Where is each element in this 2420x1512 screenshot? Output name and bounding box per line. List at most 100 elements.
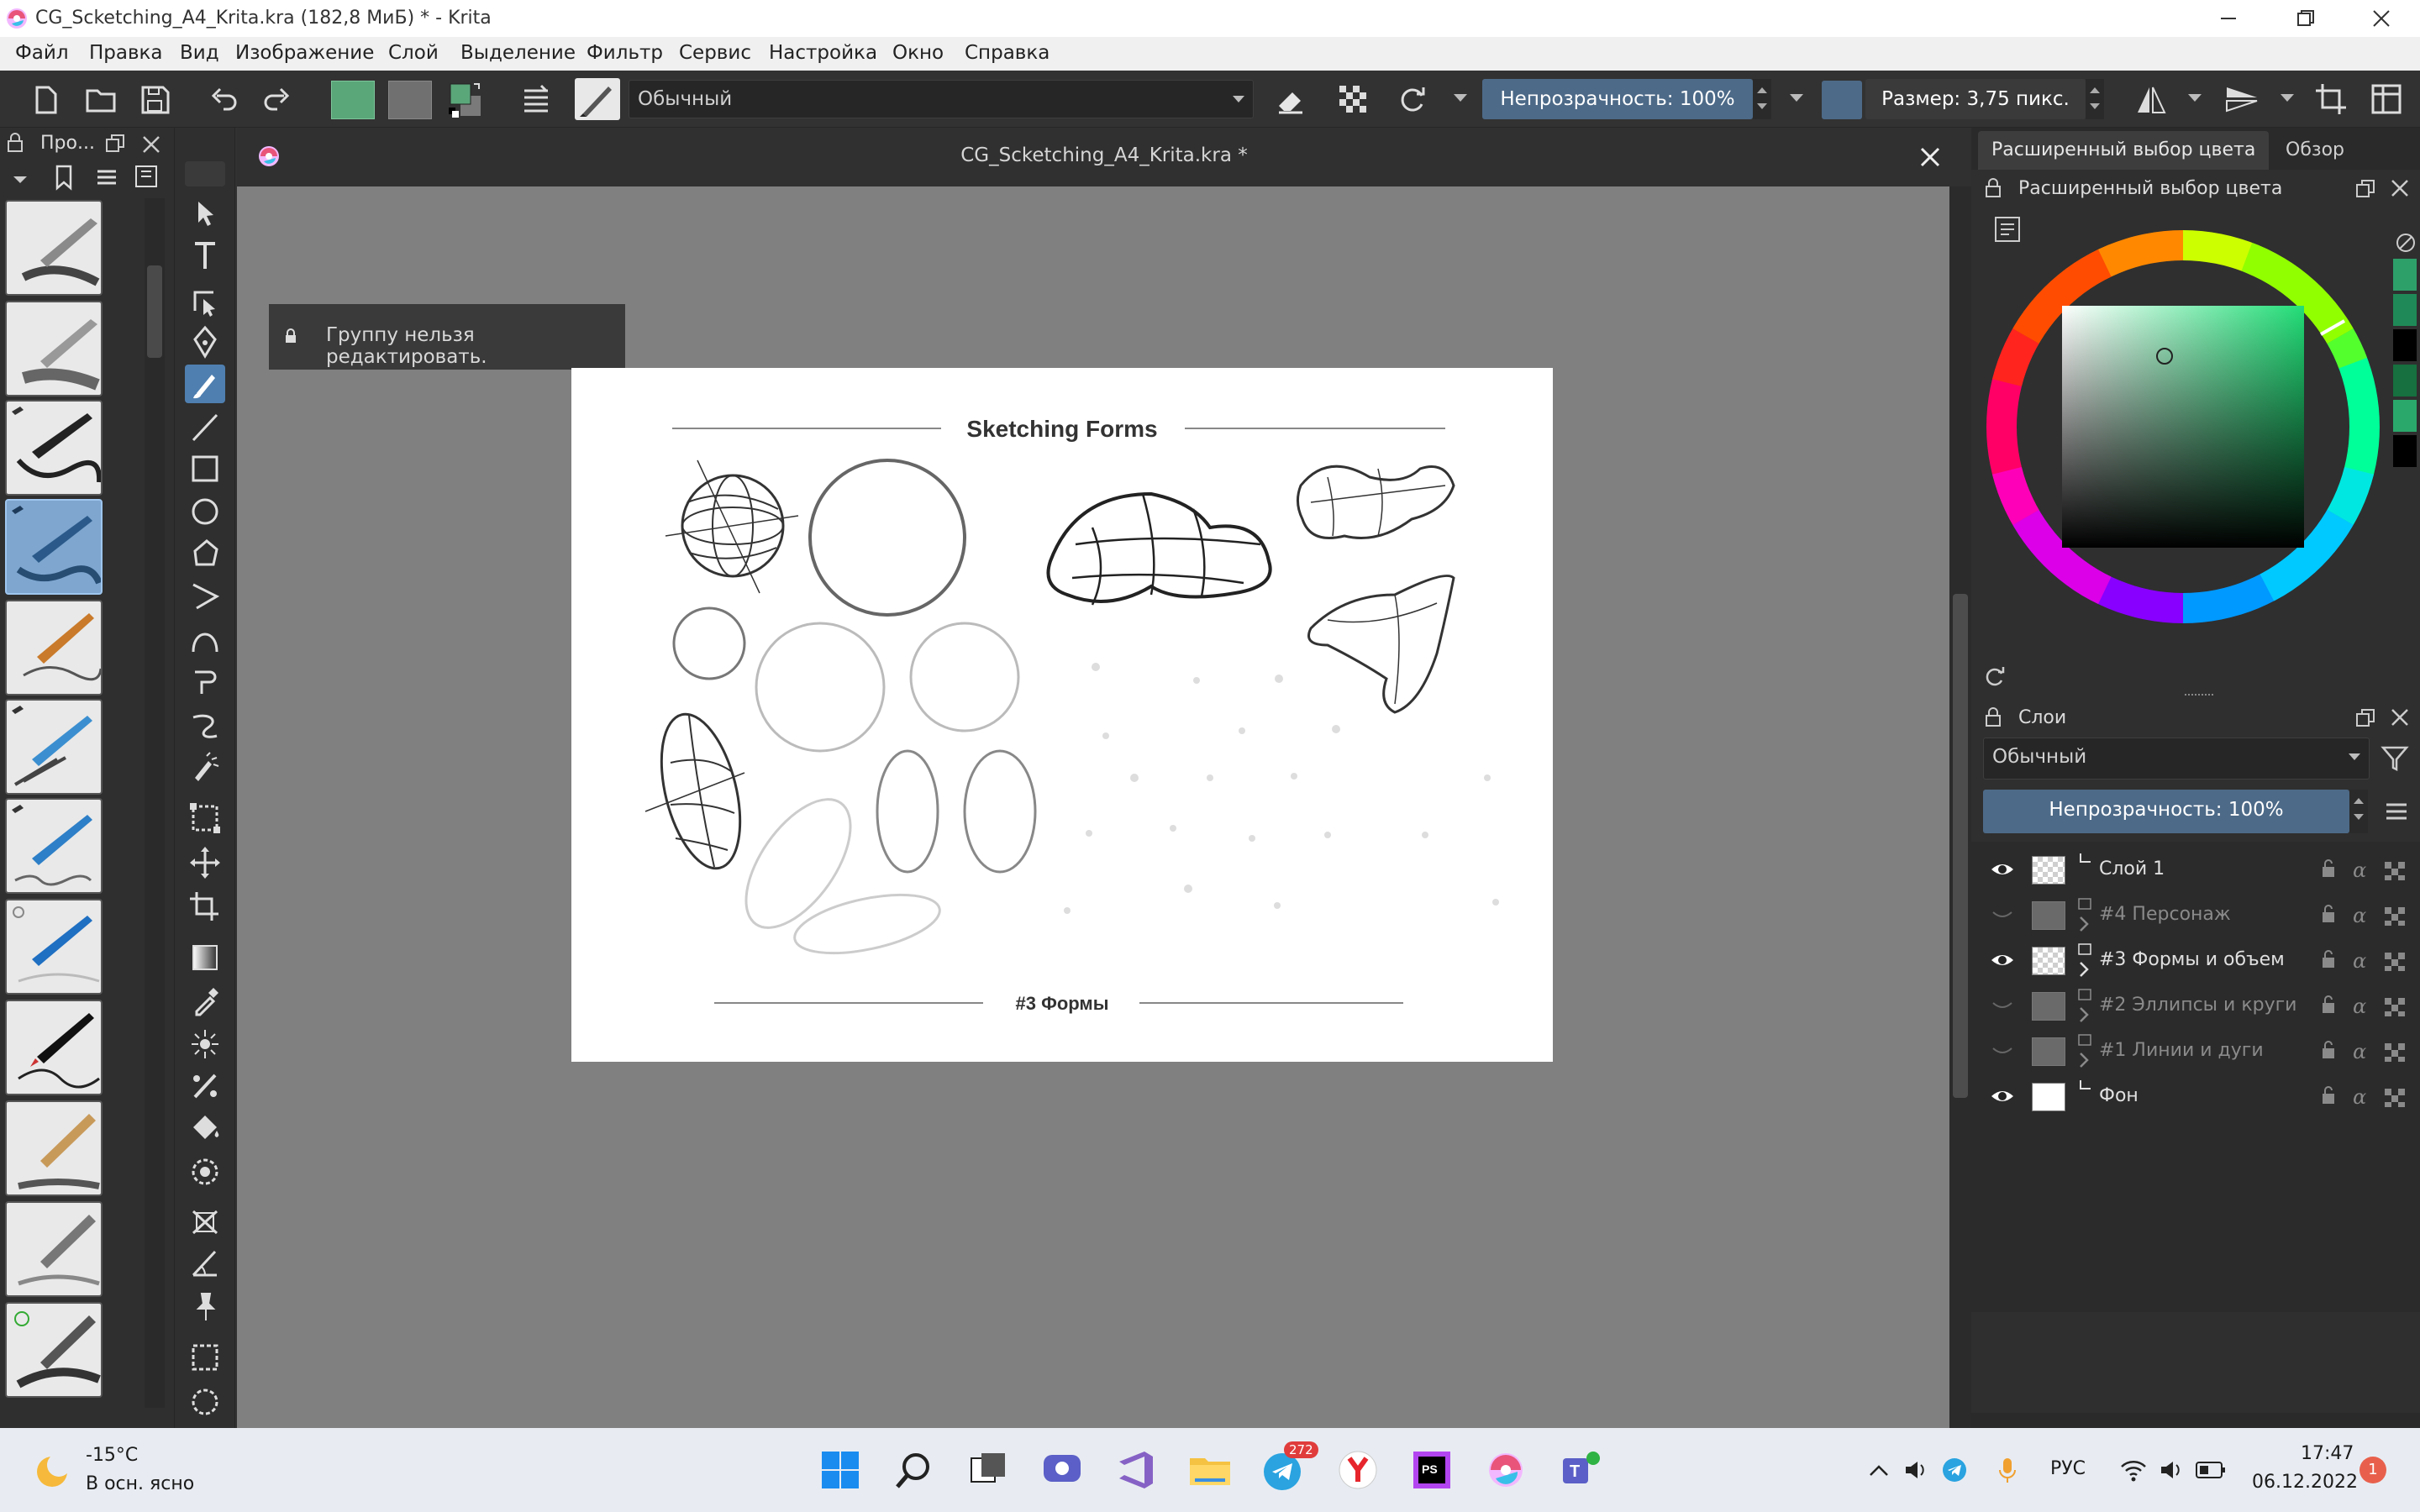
layer-name[interactable]: Фон (2099, 1085, 2139, 1106)
line-tool[interactable] (185, 408, 225, 447)
brush-preset-8[interactable] (5, 899, 103, 995)
elliptical-selection-tool[interactable] (185, 1383, 225, 1421)
freehand-path-tool[interactable] (185, 662, 225, 701)
close-icon[interactable] (2390, 707, 2410, 727)
layer-row[interactable]: Слой 1 α (1978, 847, 2413, 892)
brush-preset-9[interactable] (5, 1000, 103, 1095)
lock-icon[interactable] (3, 131, 27, 155)
edit-shapes-tool[interactable] (185, 281, 225, 319)
menu-icon[interactable] (2381, 796, 2412, 827)
close-icon[interactable] (2390, 178, 2410, 198)
restore-button[interactable] (2267, 0, 2344, 37)
new-document-button[interactable] (25, 79, 66, 119)
lock-icon[interactable] (1981, 706, 2005, 729)
preserve-alpha-button[interactable] (1333, 79, 1373, 119)
bookmark-icon[interactable] (50, 163, 77, 193)
menu-edit[interactable]: Правка (89, 42, 163, 64)
layer-properties-icons[interactable]: α (2317, 993, 2410, 1018)
pan-tool[interactable] (185, 1287, 225, 1326)
mirror-horizontal-button[interactable] (2131, 79, 2171, 119)
brush-preset-2[interactable] (5, 301, 103, 396)
assistant-tool[interactable] (185, 1067, 225, 1105)
polyline-tool[interactable] (185, 576, 225, 615)
dynamic-brush-tool[interactable] (185, 706, 225, 744)
tab-advanced-color[interactable]: Расширенный выбор цвета (1978, 131, 2270, 170)
fg-bg-colors[interactable] (445, 79, 486, 119)
brush-preset-10[interactable] (5, 1100, 103, 1196)
color-history-swatch[interactable] (2393, 435, 2417, 467)
menu-filter[interactable]: Фильтр (587, 42, 663, 64)
float-docker-icon[interactable] (2354, 178, 2376, 200)
layer-opacity-spinner[interactable] (2349, 790, 2368, 833)
brush-preset-4-selected[interactable] (5, 499, 103, 595)
brush-preset-3[interactable] (5, 400, 103, 496)
menu-window[interactable]: Окно (892, 42, 944, 64)
transform-tool[interactable] (185, 800, 225, 838)
lock-icon[interactable] (1981, 176, 2005, 200)
taskbar-krita[interactable] (1479, 1443, 1533, 1497)
layer-row[interactable]: #1 Линии и дуги α (1978, 1028, 2413, 1074)
layer-row[interactable]: #2 Эллипсы и круги α (1978, 983, 2413, 1028)
eye-icon[interactable] (1990, 1085, 2015, 1107)
scrollbar-thumb[interactable] (147, 265, 162, 358)
save-button[interactable] (134, 79, 175, 119)
enclose-fill-tool[interactable] (185, 1152, 225, 1191)
view-mode-icon[interactable] (133, 163, 160, 190)
dock-splitter[interactable] (2185, 694, 2213, 697)
telegram-tray-icon[interactable] (1941, 1457, 1968, 1483)
brush-preset-5[interactable] (5, 600, 103, 696)
layer-name[interactable]: #2 Эллипсы и круги (2099, 995, 2296, 1016)
search-button[interactable] (887, 1443, 941, 1497)
filter-icon[interactable] (2378, 741, 2412, 774)
eye-icon[interactable] (1990, 858, 2015, 880)
multibrush-tool[interactable] (185, 748, 225, 786)
layer-row[interactable]: #4 Персонаж α (1978, 892, 2413, 937)
freehand-brush-tool[interactable] (185, 365, 225, 403)
taskbar-visual-studio[interactable] (1109, 1443, 1163, 1497)
color-history-swatch[interactable] (2393, 329, 2417, 361)
layer-name[interactable]: #3 Формы и объем (2099, 949, 2285, 970)
text-tool[interactable] (185, 237, 225, 276)
measure-tool[interactable] (185, 1245, 225, 1284)
layer-properties-icons[interactable]: α (2317, 1038, 2410, 1063)
layer-blend-mode-select[interactable]: Обычный (1983, 738, 2370, 780)
select-shapes-tool[interactable] (185, 195, 225, 234)
undo-button[interactable] (203, 79, 244, 119)
color-picker-tool[interactable] (185, 981, 225, 1020)
workspace-button[interactable] (2366, 79, 2407, 119)
taskbar-chat[interactable] (1035, 1443, 1089, 1497)
language-indicator[interactable]: РУС (2050, 1458, 2086, 1479)
brush-presets-scrollbar[interactable] (145, 198, 165, 1408)
smart-patch-tool[interactable] (185, 1025, 225, 1063)
pattern-preset-button[interactable] (388, 81, 432, 119)
group-expand-icon[interactable] (2077, 988, 2094, 1023)
reload-preset-button[interactable] (1392, 79, 1432, 119)
speaker-icon[interactable] (1902, 1457, 1929, 1483)
layer-name[interactable]: #1 Линии и дуги (2099, 1040, 2264, 1061)
eraser-mode-button[interactable] (1270, 79, 1311, 119)
rectangle-tool[interactable] (185, 450, 225, 489)
rectangular-selection-tool[interactable] (185, 1339, 225, 1378)
chevron-up-icon[interactable] (1867, 1460, 1891, 1480)
brush-preset-6[interactable] (5, 699, 103, 795)
size-slider[interactable]: Размер: 3,75 пикс. (1865, 79, 2086, 119)
float-docker-icon[interactable] (104, 133, 126, 155)
gradient-tool[interactable] (185, 939, 225, 978)
layer-name[interactable]: #4 Персонаж (2099, 904, 2231, 925)
minimize-button[interactable] (2190, 0, 2267, 37)
chevron-down-icon[interactable] (2281, 94, 2294, 102)
bezier-curve-tool[interactable] (185, 620, 225, 659)
close-window-button[interactable] (2343, 0, 2420, 37)
color-history-swatch[interactable] (2393, 400, 2417, 432)
start-button[interactable] (813, 1443, 867, 1497)
close-icon[interactable] (141, 134, 161, 155)
toolbox-handle[interactable] (185, 161, 225, 186)
color-history-swatch[interactable] (2393, 259, 2417, 291)
mirror-vertical-button[interactable] (2222, 79, 2262, 119)
ellipse-tool[interactable] (185, 492, 225, 531)
brush-settings-button[interactable] (516, 79, 556, 119)
color-wheel[interactable] (1981, 225, 2385, 628)
taskbar-yandex-browser[interactable] (1331, 1443, 1385, 1497)
menu-select[interactable]: Выделение (460, 42, 576, 64)
color-history-swatch[interactable] (2393, 365, 2417, 396)
